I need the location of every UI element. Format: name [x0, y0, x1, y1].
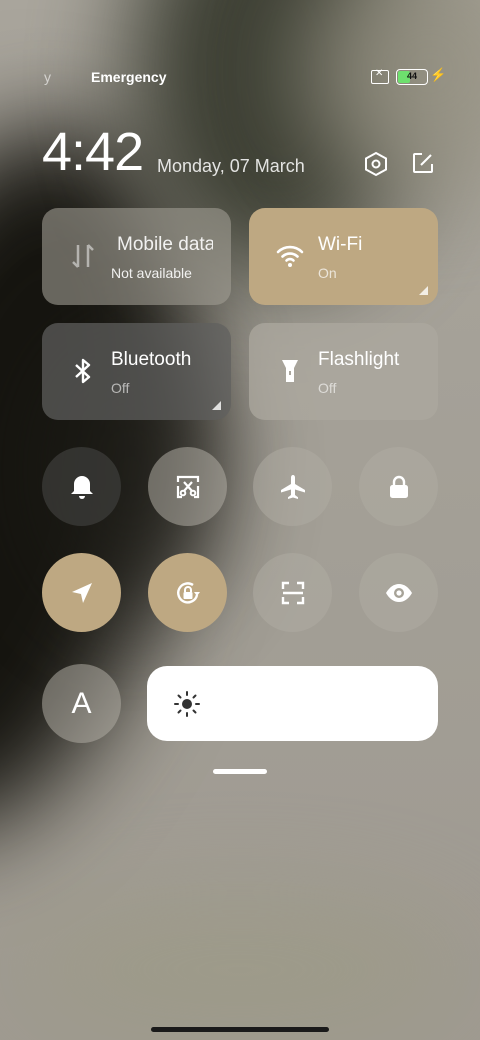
font-size-toggle[interactable]: A: [42, 664, 121, 743]
font-toggle-label: A: [71, 686, 92, 720]
date: Monday, 07 March: [157, 156, 305, 176]
scanner-icon: [281, 581, 304, 604]
location-icon: [71, 582, 92, 603]
settings-hexagon-icon[interactable]: [363, 151, 389, 177]
rotation-lock-icon: [176, 581, 200, 604]
tile-subtitle: Off: [111, 380, 130, 396]
edit-icon[interactable]: [411, 151, 435, 175]
tile-title: Bluetooth: [111, 349, 192, 370]
bluetooth-icon: [75, 358, 91, 384]
expand-corner-icon[interactable]: [212, 401, 221, 410]
charging-bolt-icon: ⚡: [430, 67, 447, 82]
screenshot-icon: [176, 475, 199, 498]
wifi-icon: [276, 245, 304, 267]
lock-icon: [389, 475, 408, 498]
no-sim-icon: [371, 68, 389, 84]
eye-icon: [385, 583, 412, 602]
mobile-data-icon: [72, 244, 94, 268]
scanner-toggle[interactable]: [253, 553, 332, 632]
status-left-fragment: y: [44, 69, 51, 85]
bluetooth-tile[interactable]: Bluetooth Off: [42, 323, 231, 420]
tile-title: Mobile data: [117, 234, 213, 255]
tile-subtitle: On: [318, 265, 337, 281]
ringer-toggle[interactable]: [42, 447, 121, 526]
expand-corner-icon[interactable]: [419, 286, 428, 295]
tile-title: Wi-Fi: [318, 234, 363, 255]
tile-subtitle: Not available: [111, 265, 192, 281]
status-bar: y Emergency 44 ⚡: [0, 64, 480, 90]
mobile-data-tile[interactable]: Mobile data Not available: [42, 208, 231, 305]
rotation-lock-toggle[interactable]: [148, 553, 227, 632]
airplane-mode-toggle[interactable]: [253, 447, 332, 526]
screenshot-toggle[interactable]: [148, 447, 227, 526]
battery-level: 44: [406, 71, 417, 81]
bell-icon: [70, 475, 93, 499]
lock-screen-toggle[interactable]: [359, 447, 438, 526]
reading-mode-toggle[interactable]: [359, 553, 438, 632]
clock: 4:42: [42, 122, 144, 182]
gesture-navigation-bar[interactable]: [151, 1027, 329, 1032]
carrier-text: Emergency: [91, 69, 167, 85]
wifi-tile[interactable]: Wi-Fi On: [249, 208, 438, 305]
flashlight-tile[interactable]: Flashlight Off: [249, 323, 438, 420]
flashlight-icon: [282, 360, 298, 382]
panel-drag-handle[interactable]: [213, 769, 267, 774]
battery-icon: 44: [396, 69, 428, 85]
tile-title: Flashlight: [318, 349, 400, 370]
location-toggle[interactable]: [42, 553, 121, 632]
tile-subtitle: Off: [318, 380, 337, 396]
airplane-icon: [280, 474, 305, 499]
sun-icon: [174, 691, 200, 717]
brightness-slider[interactable]: [147, 666, 438, 741]
